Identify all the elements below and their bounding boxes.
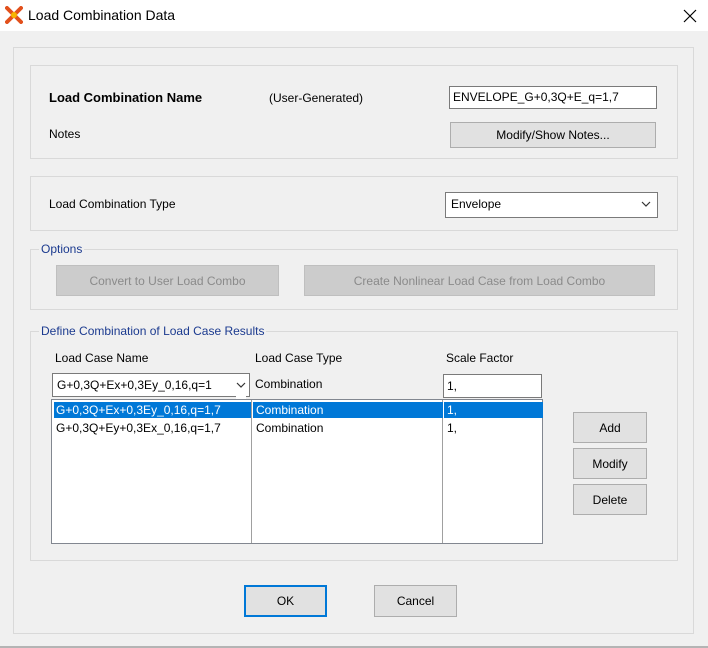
combo-type-select[interactable]: Envelope (445, 192, 658, 218)
combo-type-label: Load Combination Type (49, 197, 176, 211)
ok-button[interactable]: OK (244, 585, 327, 617)
list-item-type[interactable]: Combination (253, 420, 443, 436)
add-button[interactable]: Add (573, 412, 647, 443)
notes-label: Notes (49, 127, 81, 141)
case-name-select[interactable]: G+0,3Q+Ex+0,3Ey_0,16,q=1 (52, 373, 250, 403)
combo-type-value: Envelope (451, 197, 502, 211)
list-item-sf[interactable]: 1, (444, 420, 543, 436)
cancel-button[interactable]: Cancel (374, 585, 457, 617)
scale-factor-input[interactable]: 1, (443, 374, 542, 398)
close-icon (683, 9, 697, 22)
define-legend: Define Combination of Load Case Results (39, 324, 267, 338)
create-nonlinear-button[interactable]: Create Nonlinear Load Case from Load Com… (304, 265, 655, 296)
list-item-name[interactable]: G+0,3Q+Ex+0,3Ey_0,16,q=1,7 (54, 402, 251, 418)
header-scale-factor: Scale Factor (446, 351, 514, 365)
combo-name-hint: (User-Generated) (269, 91, 364, 105)
list-item-sf[interactable]: 1, (444, 402, 543, 418)
modify-button[interactable]: Modify (573, 448, 647, 479)
close-button[interactable] (672, 0, 708, 31)
header-case-name: Load Case Name (55, 351, 149, 365)
app-logo-icon (5, 6, 23, 24)
combo-name-label: Load Combination Name (49, 90, 203, 105)
combo-name-input[interactable]: ENVELOPE_G+0,3Q+E_q=1,7 (449, 86, 657, 109)
header-case-type: Load Case Type (255, 351, 343, 365)
window-title: Load Combination Data (28, 7, 176, 23)
column-divider (251, 400, 252, 543)
chevron-down-icon (641, 193, 651, 222)
convert-button[interactable]: Convert to User Load Combo (56, 265, 279, 296)
case-type-display: Combination (251, 373, 441, 397)
case-name-select-value: G+0,3Q+Ex+0,3Ey_0,16,q=1 (57, 378, 212, 392)
options-legend: Options (39, 242, 85, 256)
delete-button[interactable]: Delete (573, 484, 647, 515)
list-item-type[interactable]: Combination (253, 402, 443, 418)
modify-notes-button[interactable]: Modify/Show Notes... (450, 122, 656, 148)
title-bar: Load Combination Data (0, 0, 708, 31)
list-item-name[interactable]: G+0,3Q+Ey+0,3Ex_0,16,q=1,7 (54, 420, 251, 436)
load-case-list[interactable]: G+0,3Q+Ex+0,3Ey_0,16,q=1,7 Combination 1… (51, 399, 543, 544)
